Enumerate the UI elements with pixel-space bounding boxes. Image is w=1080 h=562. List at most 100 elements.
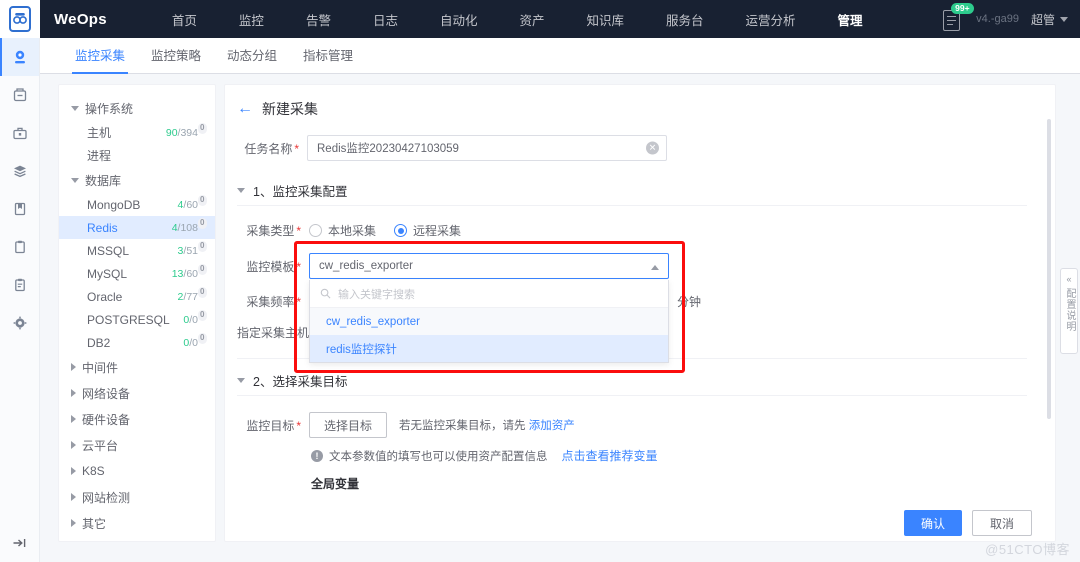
- config-tip-text: 文本参数值的填写也可以使用资产配置信息: [329, 450, 548, 463]
- rail-item-layers[interactable]: [0, 152, 39, 190]
- rail-item-knowledge[interactable]: [0, 190, 39, 228]
- add-asset-link[interactable]: 添加资产: [529, 420, 575, 432]
- tree-group-label: 中间件: [82, 360, 119, 375]
- rail-item-toolbox[interactable]: [0, 114, 39, 152]
- tree-group-hardware-device[interactable]: 硬件设备: [59, 406, 215, 432]
- tree-leaf-oracle[interactable]: Oracle 2/77 0: [59, 285, 215, 308]
- tree-leaf-label: MongoDB: [87, 197, 141, 212]
- nav-item-alarm[interactable]: 告警: [285, 0, 352, 38]
- page-title: 新建采集: [262, 101, 318, 117]
- task-name-value: Redis监控20230427103059: [317, 143, 459, 155]
- nav-item-assets[interactable]: 资产: [498, 0, 565, 38]
- confirm-button[interactable]: 确认: [903, 510, 962, 536]
- section2-header[interactable]: 2、选择采集目标: [237, 365, 1027, 395]
- tree-group-middleware[interactable]: 中间件: [59, 354, 215, 380]
- tab-monitor-collection[interactable]: 监控采集: [62, 45, 138, 74]
- count-superscript: 0: [197, 217, 207, 229]
- form-scrollbar[interactable]: [1047, 119, 1051, 419]
- collect-frequency-label-text: 采集频率: [246, 295, 295, 309]
- tree-group-label: 数据库: [85, 173, 122, 188]
- collect-type-label-text: 采集类型: [246, 224, 295, 238]
- sidebar-expand-toggle[interactable]: [0, 536, 40, 550]
- select-target-button[interactable]: 选择目标: [309, 412, 388, 438]
- tree-group-cloud-platform[interactable]: 云平台: [59, 432, 215, 458]
- tree-leaf-host[interactable]: 主机 90/394 0: [59, 121, 215, 144]
- rail-item-monitor-target[interactable]: [0, 38, 39, 76]
- config-instructions-drawer-toggle[interactable]: « 配置说明: [1060, 268, 1078, 354]
- tree-leaf-postgresql[interactable]: POSTGRESQL 0/0 0: [59, 308, 215, 331]
- tree-group-network-device[interactable]: 网络设备: [59, 380, 215, 406]
- required-marker: *: [296, 295, 301, 309]
- tree-group-website-check[interactable]: 网站检测: [59, 484, 215, 510]
- tree-group-label: 硬件设备: [82, 412, 131, 427]
- chevron-down-icon: [237, 377, 245, 383]
- tree-group-label: 网络设备: [82, 386, 131, 401]
- nav-item-logs[interactable]: 日志: [352, 0, 419, 38]
- tab-metric-management[interactable]: 指标管理: [290, 45, 366, 73]
- nav-item-monitor[interactable]: 监控: [218, 0, 285, 38]
- dropdown-search-placeholder: 输入关键字搜索: [338, 288, 415, 301]
- chevron-right-icon: [71, 441, 76, 449]
- radio-checked-icon: [394, 224, 408, 237]
- chevron-up-icon: [651, 265, 659, 270]
- dropdown-option-redis-probe[interactable]: redis监控探针: [310, 335, 668, 362]
- tree-leaf-label: POSTGRESQL: [87, 312, 170, 327]
- tree-group-database[interactable]: 数据库: [59, 167, 215, 193]
- monitor-template-select[interactable]: cw_redis_exporter: [309, 253, 669, 279]
- count-total: 77: [186, 290, 198, 303]
- tree-leaf-count: 4/60 0: [178, 194, 207, 211]
- recommended-variables-link[interactable]: 点击查看推荐变量: [562, 447, 658, 464]
- task-name-label: 任务名称 *: [235, 140, 307, 157]
- nav-item-service-desk[interactable]: 服务台: [645, 0, 725, 38]
- tree-group-other[interactable]: 其它: [59, 510, 215, 536]
- weops-logo-icon: [9, 6, 31, 32]
- tree-group-operating-system[interactable]: 操作系统: [59, 95, 215, 121]
- tree-leaf-mysql[interactable]: MySQL 13/60 0: [59, 262, 215, 285]
- primary-nav: 首页 监控 告警 日志 自动化 资产 知识库 服务台 运营分析 管理: [151, 0, 884, 38]
- rail-item-settings[interactable]: [0, 304, 39, 342]
- tree-leaf-mssql[interactable]: MSSQL 3/51 0: [59, 239, 215, 262]
- clipboard-list-icon: [14, 278, 25, 292]
- tree-leaf-process[interactable]: 进程: [59, 144, 215, 167]
- user-menu[interactable]: 超管: [1031, 11, 1072, 28]
- clipboard-icon: [14, 240, 25, 254]
- nav-item-management[interactable]: 管理: [817, 0, 884, 38]
- category-tree-panel: 操作系统 主机 90/394 0 进程 数据库 MongoDB 4/60 0 R…: [58, 84, 216, 542]
- rail-item-clipboard[interactable]: [0, 228, 39, 266]
- collect-type-label: 采集类型 *: [237, 222, 309, 239]
- dropdown-option-cw-redis-exporter[interactable]: cw_redis_exporter: [310, 308, 668, 335]
- nav-item-automation[interactable]: 自动化: [419, 0, 499, 38]
- tab-dynamic-group[interactable]: 动态分组: [214, 45, 290, 73]
- chevron-right-icon: [71, 493, 76, 501]
- nav-item-home[interactable]: 首页: [151, 0, 218, 38]
- tree-leaf-mongodb[interactable]: MongoDB 4/60 0: [59, 193, 215, 216]
- clear-circle-icon[interactable]: ✕: [646, 141, 659, 155]
- app-logo[interactable]: [0, 0, 40, 38]
- rail-item-clipboard-list[interactable]: [0, 266, 39, 304]
- tree-leaf-db2[interactable]: DB2 0/0 0: [59, 331, 215, 354]
- notifications-button[interactable]: 99+: [940, 3, 974, 34]
- radio-remote-collection[interactable]: 远程采集: [394, 222, 461, 239]
- form-scroll-area: ← 新建采集 任务名称 * Redis监控20230427103059 ✕ 1、监…: [225, 85, 1041, 497]
- tree-group-label: 云平台: [82, 438, 119, 453]
- nav-item-knowledge-base[interactable]: 知识库: [566, 0, 646, 38]
- hint-prefix: 若无监控采集目标，请先: [399, 420, 526, 432]
- tree-group-k8s[interactable]: K8S: [59, 458, 215, 484]
- back-to-list[interactable]: ← 新建采集: [237, 99, 1041, 119]
- section1-header[interactable]: 1、监控采集配置: [237, 175, 1027, 205]
- dropdown-search-row[interactable]: 输入关键字搜索: [310, 280, 668, 308]
- radio-local-collection[interactable]: 本地采集: [309, 222, 376, 239]
- tab-monitor-policy[interactable]: 监控策略: [138, 45, 214, 73]
- tree-group-label: 网站检测: [82, 490, 131, 505]
- nav-item-analytics[interactable]: 运营分析: [725, 0, 817, 38]
- task-name-input[interactable]: Redis监控20230427103059 ✕: [307, 135, 667, 161]
- tree-group-label: 其它: [82, 516, 107, 531]
- tree-leaf-label: DB2: [87, 335, 111, 350]
- tree-leaf-redis[interactable]: Redis 4/108 0: [59, 216, 215, 239]
- task-name-row: 任务名称 * Redis监控20230427103059 ✕: [235, 135, 1041, 161]
- count-superscript: 0: [197, 286, 207, 298]
- task-name-label-text: 任务名称: [244, 141, 293, 156]
- collect-type-radio-group: 本地采集 远程采集: [309, 222, 461, 239]
- rail-item-alarm[interactable]: [0, 76, 39, 114]
- cancel-button[interactable]: 取消: [971, 510, 1032, 536]
